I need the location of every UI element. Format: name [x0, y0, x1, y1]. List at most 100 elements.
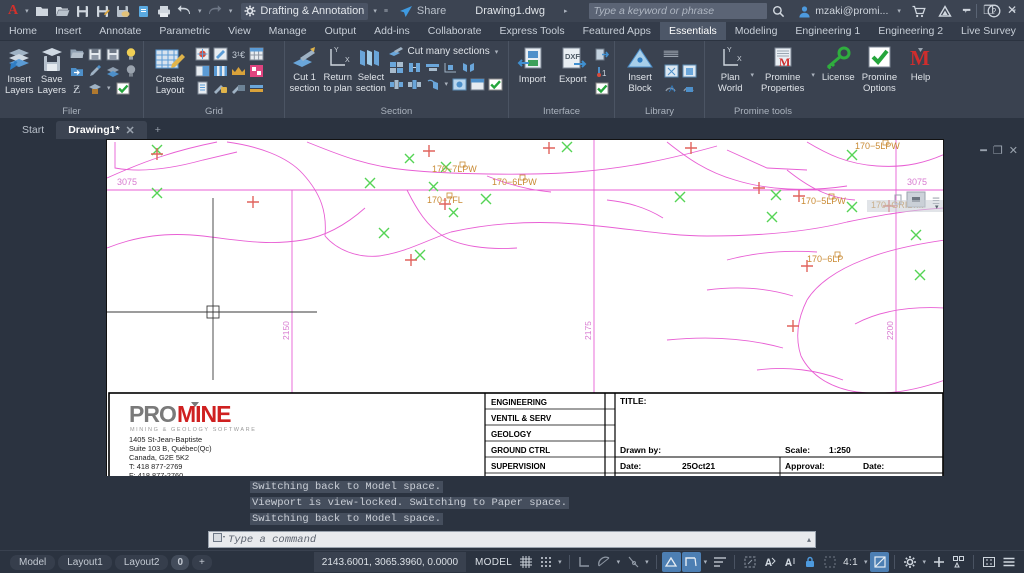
customization-gear-icon[interactable] [900, 552, 919, 572]
ribbon-tab-modeling[interactable]: Modeling [726, 22, 787, 40]
layer-paint-icon[interactable] [87, 80, 103, 96]
open-folder-icon[interactable] [69, 46, 85, 62]
library-block-icon[interactable] [663, 63, 679, 79]
library-attach-icon[interactable]: A [663, 80, 679, 96]
layout-badge[interactable]: 0 [171, 555, 189, 570]
minimize-button[interactable]: ━ [963, 3, 970, 17]
grid-draw-icon[interactable] [212, 46, 228, 62]
layer-apply-check-icon[interactable] [115, 80, 131, 96]
workspace-menu-icon[interactable]: ≡ [382, 8, 390, 15]
ribbon-tab-addins[interactable]: Add-ins [365, 22, 419, 40]
command-expand-icon[interactable]: ▴ [807, 535, 811, 544]
section-align-icon[interactable] [424, 59, 440, 75]
drawing-canvas[interactable]: 3075 3075 2150 2175 2200 170−7LPW 170−6L… [107, 140, 944, 491]
space-mode-button[interactable]: MODEL [472, 557, 515, 568]
promine-help-button[interactable]: M Help [904, 44, 937, 83]
paper-sheet[interactable]: 3075 3075 2150 2175 2200 170−7LPW 170−6L… [106, 139, 944, 491]
section-mirror-icon[interactable] [460, 59, 476, 75]
ribbon-tab-engineering-2[interactable]: Engineering 2 [869, 22, 952, 40]
ribbon-tab-annotate[interactable]: Annotate [90, 22, 150, 40]
layout-tab-model[interactable]: Model [10, 555, 55, 570]
grid-crown-icon[interactable] [230, 63, 246, 79]
save-cloud-icon[interactable] [115, 2, 132, 20]
command-input[interactable]: Type a command ▴ [208, 531, 816, 548]
ribbon-tab-essentials[interactable]: Essentials [660, 22, 726, 40]
save-layer-state-icon[interactable] [87, 46, 103, 62]
insert-layers-button[interactable]: Insert Layers [4, 44, 35, 96]
autoscale-icon[interactable] [740, 552, 759, 572]
cut-many-sections-caret-icon[interactable]: ▾ [493, 48, 501, 56]
save-layers-button[interactable]: Save Layers [37, 44, 68, 96]
grid-color-icon[interactable] [248, 63, 264, 79]
save-layer-state-alt-icon[interactable] [105, 46, 121, 62]
grid-camera-icon[interactable] [230, 80, 246, 96]
grid-tab-icon[interactable] [248, 80, 264, 96]
grid-text-icon[interactable]: 3¹€ [230, 46, 246, 62]
account-button[interactable]: mzaki@promi... [798, 5, 888, 18]
plan-world-button[interactable]: Y X Plan World [713, 44, 748, 94]
clean-screen-icon[interactable] [979, 552, 998, 572]
promine-options-button[interactable]: Promine Options [860, 44, 899, 94]
annotation-monitor-icon[interactable] [949, 552, 968, 572]
workspace-caret-icon[interactable]: ▾ [371, 7, 379, 15]
workspace-switcher[interactable]: Drafting & Annotation [241, 3, 368, 20]
undo-caret-icon[interactable]: ▾ [196, 7, 204, 15]
lineweight-caret-icon[interactable]: ▾ [702, 558, 710, 566]
viewport-close-button[interactable]: ✕ [1009, 144, 1018, 157]
grid-display-icon[interactable] [516, 552, 535, 572]
promine-properties-button[interactable]: M Promine Properties [761, 44, 804, 94]
coordinates-readout[interactable]: 2143.6001, 3065.3960, 0.0000 [314, 552, 466, 572]
plan-world-caret-icon[interactable]: ▾ [749, 71, 757, 79]
grid-table-icon[interactable] [248, 46, 264, 62]
close-button[interactable]: ✕ [1007, 3, 1017, 17]
snap-mode-icon[interactable] [536, 552, 555, 572]
library-list-icon[interactable] [663, 46, 679, 62]
annotation-scale-caret-icon[interactable]: ▾ [862, 558, 870, 566]
redo-caret-icon[interactable]: ▾ [227, 7, 235, 15]
layout-tab-layout2[interactable]: Layout2 [115, 555, 169, 570]
interface-check-icon[interactable] [594, 80, 610, 96]
annotation-visibility-icon[interactable] [710, 552, 729, 572]
ribbon-tab-home[interactable]: Home [0, 22, 46, 40]
undo-icon[interactable] [176, 2, 193, 20]
add-document-tab[interactable]: + [147, 121, 169, 139]
save-icon[interactable] [74, 2, 91, 20]
search-icon[interactable] [770, 2, 787, 20]
workspace-lock-icon[interactable] [800, 552, 819, 572]
ribbon-tab-engineering-1[interactable]: Engineering 1 [786, 22, 869, 40]
create-layout-button[interactable]: Create Layout [148, 44, 192, 96]
new-file-icon[interactable] [34, 2, 51, 20]
return-to-plan-button[interactable]: Y X Return to plan [322, 44, 353, 94]
grid-page-icon[interactable] [194, 80, 210, 96]
app-menu-caret-icon[interactable]: ▾ [23, 7, 31, 15]
osnap-icon[interactable] [662, 552, 681, 572]
layer-import-icon[interactable] [69, 63, 85, 79]
object-snap-tracking-caret-icon[interactable]: ▾ [643, 558, 651, 566]
ribbon-tab-output[interactable]: Output [316, 22, 366, 40]
annotation-scale-sync-icon[interactable]: 𝐀 [780, 552, 799, 572]
autocad-logo-icon[interactable]: A [6, 3, 20, 19]
viewport-restore-button[interactable]: ❐ [993, 144, 1003, 157]
doc-tab-start[interactable]: Start [10, 121, 56, 139]
status-menu-icon[interactable] [999, 552, 1018, 572]
layer-iso-icon[interactable]: Ƶ [69, 80, 85, 96]
ribbon-tab-live-survey[interactable]: Live Survey [952, 22, 1024, 40]
close-icon[interactable]: ✕ [126, 124, 135, 137]
object-snap-tracking-icon[interactable] [623, 552, 642, 572]
hardware-accel-icon[interactable] [870, 552, 889, 572]
ortho-icon[interactable] [575, 552, 594, 572]
interface-units-icon[interactable]: 1 [594, 63, 610, 79]
share-button[interactable]: Share [399, 5, 446, 18]
grid-target-icon[interactable] [194, 46, 210, 62]
grid-split-icon[interactable] [194, 63, 210, 79]
redo-icon[interactable] [207, 2, 224, 20]
polar-tracking-icon[interactable] [595, 552, 614, 572]
select-section-button[interactable]: Select section [355, 44, 386, 94]
library-attach-alt-icon[interactable] [681, 80, 697, 96]
layer-multi-brush-icon[interactable] [105, 63, 121, 79]
print-icon[interactable] [155, 2, 172, 20]
ribbon-tab-featured-apps[interactable]: Featured Apps [574, 22, 660, 40]
interface-export-icon[interactable] [594, 46, 610, 62]
annotation-scale-change-icon[interactable]: 𝐀 [760, 552, 779, 572]
viewport-minimize-button[interactable]: ━ [980, 144, 987, 157]
